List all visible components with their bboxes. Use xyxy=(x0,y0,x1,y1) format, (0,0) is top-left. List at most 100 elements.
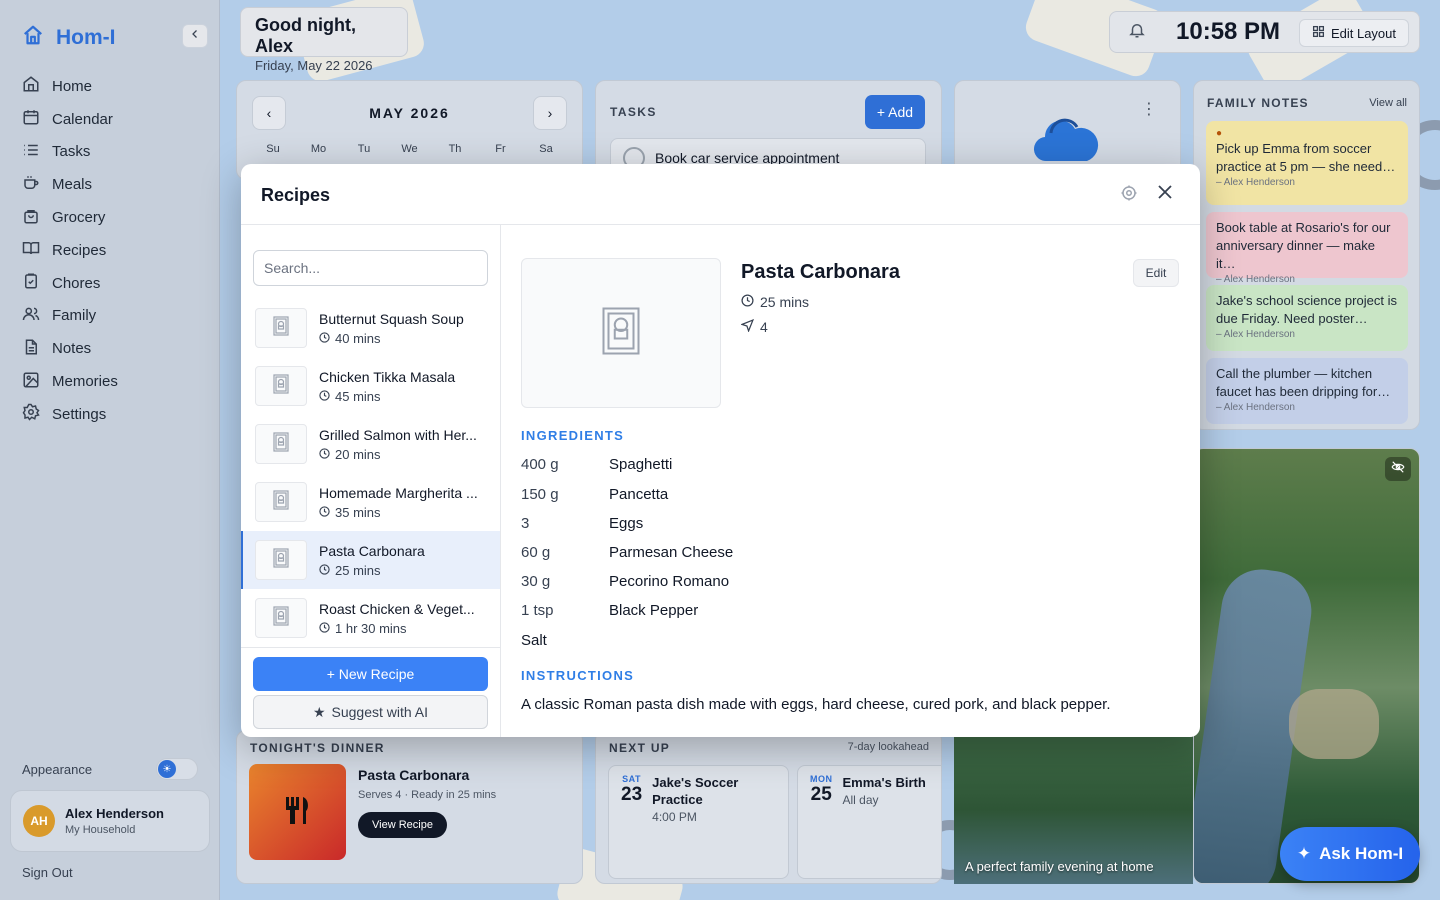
edit-recipe-button[interactable]: Edit xyxy=(1133,259,1179,287)
appearance-toggle[interactable]: ☀ xyxy=(156,758,198,780)
note-author: – Alex Henderson xyxy=(1216,329,1295,340)
note-card[interactable]: Call the plumber — kitchen faucet has be… xyxy=(1206,358,1408,424)
tasks-title: TASKS xyxy=(610,105,657,119)
recipe-list-item-selected[interactable]: Pasta Carbonara 25 mins xyxy=(241,531,500,589)
sidebar-item-label: Family xyxy=(52,307,97,325)
recipe-time: 45 mins xyxy=(335,388,381,404)
notifications-button[interactable] xyxy=(1110,21,1164,44)
recipe-thumbnail xyxy=(255,482,307,522)
edit-layout-label: Edit Layout xyxy=(1330,25,1396,41)
note-card[interactable]: Book table at Rosario's for our annivers… xyxy=(1206,212,1408,285)
add-task-button[interactable]: + Add xyxy=(865,95,925,129)
recipe-thumbnail xyxy=(255,540,307,580)
sidebar-item-recipes[interactable]: Recipes xyxy=(22,234,202,267)
sidebar-item-tasks[interactable]: Tasks xyxy=(22,136,202,169)
note-author: – Alex Henderson xyxy=(1216,402,1295,413)
event-day: 23 xyxy=(621,784,643,805)
sidebar-item-memories[interactable]: Memories xyxy=(22,365,202,398)
sign-out-link[interactable]: Sign Out xyxy=(22,865,73,880)
sidebar-item-family[interactable]: Family xyxy=(22,300,202,333)
clock-icon xyxy=(319,505,330,520)
memories-photo[interactable] xyxy=(1193,448,1420,884)
recipe-name: Butternut Squash Soup xyxy=(319,310,464,327)
event-time: All day xyxy=(842,793,879,807)
next-up-title: NEXT UP xyxy=(609,741,671,755)
recipe-name: Roast Chicken & Veget... xyxy=(319,600,475,617)
recipe-list-item[interactable]: Chicken Tikka Masala 45 mins xyxy=(241,357,500,415)
dinner-image xyxy=(249,764,346,860)
avatar: AH xyxy=(23,805,55,837)
recipe-image-placeholder xyxy=(521,258,721,408)
sidebar-item-label: Grocery xyxy=(52,209,106,227)
weekday-label: Su xyxy=(266,143,280,155)
recipe-list-item[interactable]: Roast Chicken & Veget... 1 hr 30 mins xyxy=(241,589,500,647)
sidebar-item-notes[interactable]: Notes xyxy=(22,332,202,365)
edit-layout-button[interactable]: Edit Layout xyxy=(1298,19,1409,47)
recipe-search-input[interactable] xyxy=(253,250,488,286)
event-weekday: SAT xyxy=(622,774,641,784)
weekday-label: Fr xyxy=(495,143,506,155)
note-card[interactable]: Jake's school science project is due Fri… xyxy=(1206,285,1408,351)
sidebar-item-calendar[interactable]: Calendar xyxy=(22,103,202,136)
weekday-label: Sa xyxy=(539,143,553,155)
list-icon xyxy=(22,141,40,163)
more-vertical-icon[interactable]: ⋮ xyxy=(1141,99,1157,119)
sun-icon: ☀ xyxy=(158,760,176,778)
close-modal-button[interactable] xyxy=(1153,182,1177,206)
ask-assistant-button[interactable]: ✦ Ask Hom-I xyxy=(1280,827,1420,881)
recipe-name: Pasta Carbonara xyxy=(319,542,425,559)
user-card[interactable]: AH Alex Henderson My Household xyxy=(10,790,210,852)
recipe-list-item[interactable]: Grilled Salmon with Her... 20 mins xyxy=(241,415,500,473)
utensils-icon xyxy=(284,795,312,830)
sidebar-item-grocery[interactable]: Grocery xyxy=(22,201,202,234)
ingredient-name: Parmesan Cheese xyxy=(609,544,734,561)
sidebar-item-meals[interactable]: Meals xyxy=(22,168,202,201)
greeting-title: Good night, Alex xyxy=(255,15,356,56)
recipe-name: Chicken Tikka Masala xyxy=(319,368,456,385)
ingredient-row: 400 g Spaghetti xyxy=(521,456,672,473)
cup-icon xyxy=(22,174,40,196)
recipe-list-item[interactable]: Butternut Squash Soup 40 mins xyxy=(241,299,500,357)
sidebar-item-home[interactable]: Home xyxy=(22,70,202,103)
event-card[interactable]: MON 25 Emma's Birth All day xyxy=(797,765,941,879)
recipe-time: 35 mins xyxy=(335,504,381,520)
ingredient-qty: 30 g xyxy=(521,573,551,590)
ingredient-qty: 400 g xyxy=(521,456,559,473)
note-card[interactable]: ● Pick up Emma from soccer practice at 5… xyxy=(1206,121,1408,205)
clock-icon xyxy=(319,389,330,404)
recipe-duration-value: 25 mins xyxy=(760,294,810,310)
home-icon xyxy=(22,75,40,97)
sidebar-item-label: Settings xyxy=(52,405,107,423)
recipe-settings-button[interactable] xyxy=(1120,184,1138,207)
event-card[interactable]: SAT 23 Jake's Soccer Practice 4:00 PM xyxy=(608,765,789,879)
pin-icon: ● xyxy=(1216,128,1223,139)
collapse-sidebar-button[interactable] xyxy=(182,24,208,48)
view-recipe-button[interactable]: View Recipe xyxy=(358,812,447,838)
sidebar-item-chores[interactable]: Chores xyxy=(22,267,202,300)
recipe-thumbnail xyxy=(255,308,307,348)
ask-assistant-label: Ask Hom-I xyxy=(1319,844,1404,863)
sidebar-item-settings[interactable]: Settings xyxy=(22,398,202,431)
new-recipe-button[interactable]: + New Recipe xyxy=(253,657,488,691)
greeting-date: Friday, May 22 2026 xyxy=(255,58,373,73)
ingredient-qty: 3 xyxy=(521,515,530,532)
suggest-ai-button[interactable]: ★ Suggest with AI xyxy=(253,695,488,729)
brand[interactable]: Hom-I xyxy=(22,24,116,51)
ingredient-row: Salt xyxy=(521,632,609,649)
gear-icon xyxy=(1120,185,1138,206)
hide-photo-button[interactable] xyxy=(1385,457,1411,481)
recipe-list-item[interactable]: Homemade Margherita ... 35 mins xyxy=(241,473,500,531)
send-icon xyxy=(740,318,755,335)
next-month-button[interactable]: › xyxy=(533,96,567,130)
ingredient-row: 60 g Parmesan Cheese xyxy=(521,544,733,561)
sidebar-item-label: Recipes xyxy=(52,241,107,259)
grid-icon xyxy=(1312,25,1325,41)
clock-icon xyxy=(319,621,330,636)
view-all-notes-link[interactable]: View all xyxy=(1369,97,1407,109)
ingredient-row: 1 tsp Black Pepper xyxy=(521,602,698,619)
tonights-dinner-widget: TONIGHT'S DINNER Pasta Carbonara Serves … xyxy=(236,730,583,884)
weekday-label: Tu xyxy=(357,143,371,155)
weekday-label: Th xyxy=(448,143,462,155)
recipe-book-icon xyxy=(273,489,289,515)
event-day: 25 xyxy=(810,784,832,805)
